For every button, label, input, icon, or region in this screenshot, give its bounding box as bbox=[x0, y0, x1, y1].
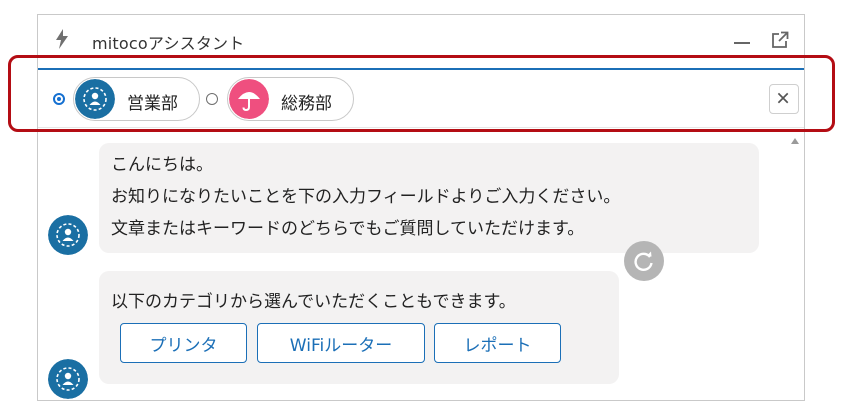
radio-sales[interactable] bbox=[53, 93, 65, 105]
minimize-icon[interactable] bbox=[734, 42, 750, 44]
message-line: お知りになりたいことを下の入力フィールドよりご入力ください。 bbox=[111, 187, 621, 207]
close-icon bbox=[777, 92, 789, 104]
popout-icon[interactable] bbox=[771, 31, 789, 49]
category-button-report[interactable]: レポート bbox=[434, 323, 561, 363]
bot-avatar-icon bbox=[48, 215, 88, 255]
umbrella-avatar-icon bbox=[229, 79, 269, 119]
category-button-printer[interactable]: プリンタ bbox=[120, 323, 247, 363]
close-button[interactable] bbox=[769, 84, 799, 114]
option-general-affairs-label: 総務部 bbox=[281, 94, 332, 114]
department-selector: 営業部 総務部 bbox=[38, 70, 804, 128]
bot-message-categories: 以下のカテゴリから選んでいただくこともできます。 プリンタ WiFiルーター レ… bbox=[99, 271, 619, 384]
scroll-up-arrow[interactable] bbox=[791, 138, 799, 144]
team-avatar-icon bbox=[75, 79, 115, 119]
refresh-icon bbox=[634, 251, 653, 271]
chat-area[interactable]: こんにちは。 お知りになりたいことを下の入力フィールドよりご入力ください。 文章… bbox=[38, 128, 804, 400]
option-sales-label: 営業部 bbox=[127, 94, 178, 114]
option-general-affairs[interactable]: 総務部 bbox=[227, 77, 354, 121]
message-line: 文章またはキーワードのどちらでもご質問していただけます。 bbox=[111, 219, 585, 239]
panel-header: mitocoアシスタント bbox=[38, 15, 804, 70]
option-sales[interactable]: 営業部 bbox=[73, 77, 200, 121]
refresh-button[interactable] bbox=[624, 241, 664, 281]
bot-avatar-icon bbox=[48, 359, 88, 399]
assistant-panel: mitocoアシスタント 営業部 総務部 こんにちは。 お知りになりたいことを下… bbox=[37, 14, 805, 401]
message-line: 以下のカテゴリから選んでいただくこともできます。 bbox=[111, 292, 516, 312]
chat-scrollbar[interactable] bbox=[790, 138, 800, 400]
app-title: mitocoアシスタント bbox=[92, 34, 245, 53]
bot-message-greeting: こんにちは。 お知りになりたいことを下の入力フィールドよりご入力ください。 文章… bbox=[99, 143, 759, 253]
radio-general-affairs[interactable] bbox=[206, 93, 218, 105]
message-line: こんにちは。 bbox=[111, 155, 213, 175]
bolt-icon bbox=[56, 29, 68, 49]
category-button-wifi-router[interactable]: WiFiルーター bbox=[257, 323, 425, 363]
